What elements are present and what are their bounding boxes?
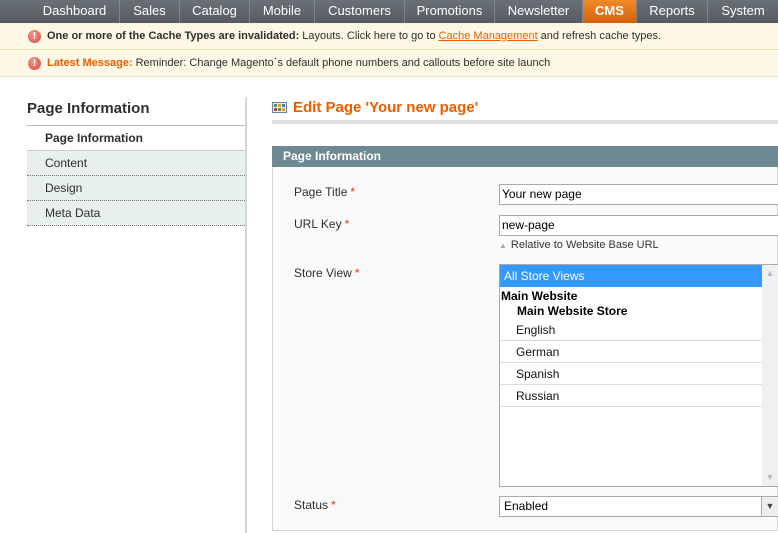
nav-tab-cms[interactable]: CMS	[583, 0, 637, 23]
store-view-group-website: Main Website	[501, 289, 578, 303]
scroll-down-icon: ▼	[765, 472, 775, 482]
status-label: Status *	[294, 498, 336, 512]
nav-tab-reports[interactable]: Reports	[637, 0, 708, 23]
nav-tab-mobile[interactable]: Mobile	[250, 0, 315, 23]
error-icon: !	[28, 56, 41, 70]
cache-alert: ! One or more of the Cache Types are inv…	[0, 23, 778, 50]
page-title: Edit Page 'Your new page'	[293, 99, 479, 116]
note-arrow-icon: ▲	[499, 241, 507, 250]
sidebar: Page Information Page Information Conten…	[27, 97, 247, 533]
top-nav: Dashboard Sales Catalog Mobile Customers…	[0, 0, 778, 23]
status-select[interactable]: Enabled ▼	[499, 496, 778, 517]
sidebar-item-design[interactable]: Design	[27, 176, 245, 201]
sidebar-item-page-information[interactable]: Page Information	[27, 126, 245, 151]
cache-alert-text-end: and refresh cache types.	[540, 30, 662, 42]
store-view-option-all[interactable]: All Store Views	[500, 265, 762, 287]
page-title-label: Page Title *	[294, 185, 356, 199]
url-key-note: ▲ Relative to Website Base URL	[499, 239, 659, 251]
error-icon: !	[28, 29, 41, 43]
url-key-input[interactable]: new-page	[499, 215, 778, 236]
store-view-option-german[interactable]: German	[500, 341, 762, 363]
cache-alert-text: Layouts. Click here to go to	[302, 30, 436, 42]
latest-message-alert: ! Latest Message: Reminder: Change Magen…	[0, 50, 778, 77]
cms-page-icon	[272, 102, 287, 113]
store-view-option-russian[interactable]: Russian	[500, 385, 762, 407]
scroll-up-icon: ▲	[765, 268, 775, 278]
store-view-multiselect[interactable]: All Store Views Main Website Main Websit…	[499, 264, 778, 487]
store-view-group-store: Main Website Store	[517, 304, 628, 318]
page-title-input[interactable]: Your new page	[499, 184, 778, 205]
nav-tab-customers[interactable]: Customers	[315, 0, 405, 23]
latest-message-text: Reminder: Change Magento`s default phone…	[135, 57, 551, 69]
latest-message-title: Latest Message:	[47, 57, 133, 69]
sidebar-item-content[interactable]: Content	[27, 151, 245, 176]
section-header: Page Information	[272, 146, 778, 167]
store-view-option-english[interactable]: English	[500, 319, 762, 341]
sidebar-item-meta-data[interactable]: Meta Data	[27, 201, 245, 226]
cache-alert-title: One or more of the Cache Types are inval…	[47, 30, 300, 42]
store-view-option-spanish[interactable]: Spanish	[500, 363, 762, 385]
nav-tab-catalog[interactable]: Catalog	[180, 0, 250, 23]
page-information-fieldset: Page Title * Your new page URL Key * new-p…	[272, 167, 778, 531]
main-content: Edit Page 'Your new page' Page Informati…	[272, 97, 778, 531]
nav-tab-system[interactable]: System	[708, 0, 778, 23]
nav-tab-newsletter[interactable]: Newsletter	[495, 0, 583, 23]
nav-tab-sales[interactable]: Sales	[120, 0, 180, 23]
scrollbar[interactable]: ▲ ▼	[762, 265, 778, 486]
nav-tab-dashboard[interactable]: Dashboard	[30, 0, 120, 23]
page-header: Edit Page 'Your new page'	[272, 97, 778, 124]
chevron-down-icon: ▼	[761, 497, 778, 516]
cache-management-link[interactable]: Cache Management	[439, 30, 538, 42]
sidebar-title: Page Information	[27, 97, 245, 126]
store-view-label: Store View *	[294, 266, 360, 280]
url-key-label: URL Key *	[294, 217, 350, 231]
nav-tab-promotions[interactable]: Promotions	[405, 0, 495, 23]
